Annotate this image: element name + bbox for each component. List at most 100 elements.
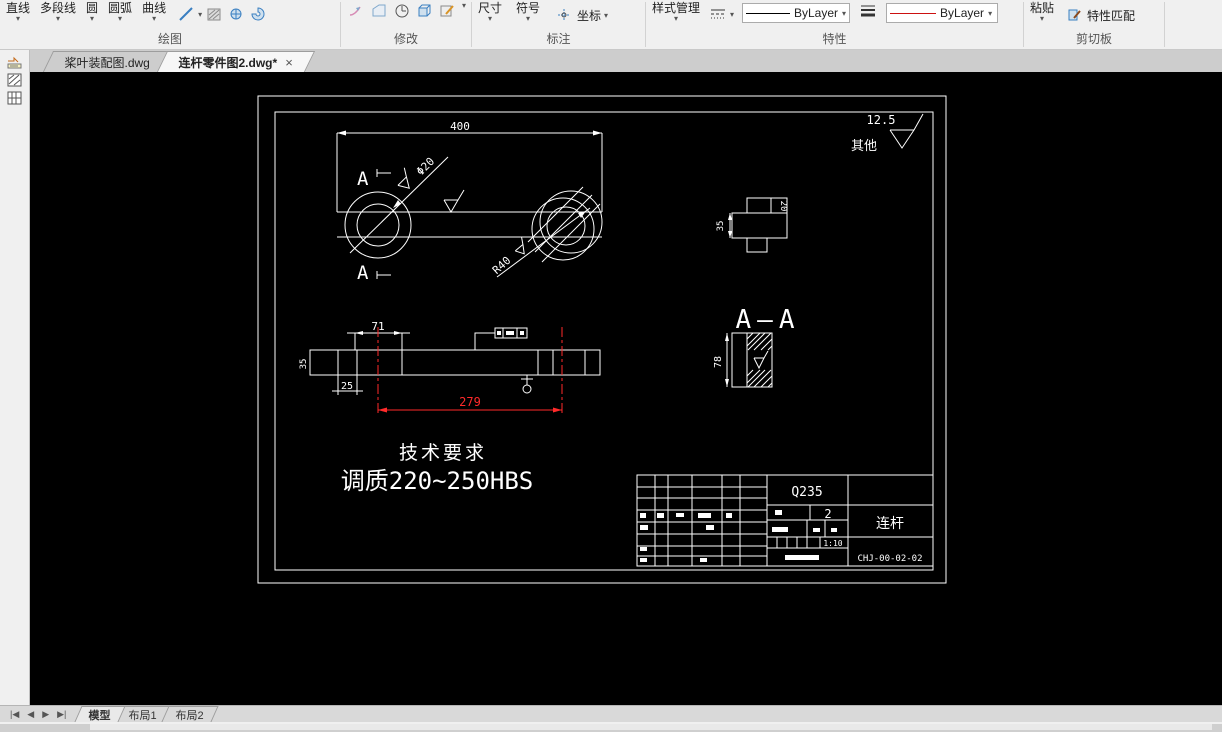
draw-group-label: 绘图 — [157, 32, 182, 46]
chevron-down-icon[interactable]: ▾ — [152, 15, 156, 23]
chevron-down-icon[interactable]: ▾ — [198, 10, 202, 19]
color-sample-line — [890, 12, 937, 14]
title-block-part-name: 连杆 — [876, 516, 904, 532]
tab-model-label: 模型 — [89, 709, 112, 722]
tech-req-line1: 调质220~250HBS — [341, 467, 534, 495]
close-icon[interactable]: × — [286, 55, 294, 70]
chevron-down-icon[interactable]: ▾ — [674, 15, 678, 23]
front-dim-279: 279 — [459, 395, 481, 409]
symbol-label: 符号 — [516, 1, 541, 15]
chevron-down-icon[interactable]: ▾ — [604, 11, 608, 20]
annotation-palette-icon[interactable] — [6, 54, 24, 69]
chevron-down-icon[interactable]: ▾ — [730, 10, 734, 19]
symbol-button[interactable]: 符号 ▾ — [516, 1, 540, 23]
color-combo[interactable]: ByLayer ▾ — [886, 3, 999, 23]
section-roughness-icon — [753, 350, 769, 370]
chevron-down-icon[interactable]: ▾ — [56, 15, 60, 23]
lineweight-icon[interactable] — [858, 1, 878, 21]
side-width-dim: 35 — [716, 221, 726, 232]
coordinate-button[interactable]: 坐标 ▾ — [554, 5, 608, 25]
match-properties-button[interactable]: 特性匹配 — [1064, 5, 1135, 25]
chevron-down-icon[interactable]: ▾ — [1040, 15, 1044, 23]
edit-hatch-icon[interactable] — [439, 1, 457, 21]
radius-dim-label: R40 — [490, 254, 513, 277]
file-tab-assembly-label: 桨叶装配图.dwg — [64, 55, 151, 70]
hole-dim-label: Φ20 — [414, 155, 437, 178]
polyline-tool-button[interactable]: 多段线 ▾ — [40, 1, 76, 23]
side-toolbar — [0, 50, 30, 705]
front-view: 35 71 25 279 — [299, 320, 601, 413]
nav-last-icon[interactable]: ▶| — [57, 709, 66, 720]
annotate-group-label: 标注 — [546, 32, 571, 46]
rotate-icon[interactable] — [393, 1, 411, 21]
front-dim-25: 25 — [341, 381, 353, 392]
side-depth-dim: 20 — [778, 201, 788, 212]
section-title: A—A — [736, 305, 801, 335]
bar-roughness-icon — [443, 189, 465, 213]
construction-line-icon[interactable] — [176, 4, 196, 24]
chevron-down-icon[interactable]: ▾ — [90, 15, 94, 23]
tab-layout2[interactable]: 布局2 — [160, 706, 219, 722]
paste-button[interactable]: 粘贴 ▾ — [1030, 1, 1054, 23]
grid-palette-icon[interactable] — [6, 90, 24, 105]
region-icon[interactable] — [226, 4, 246, 24]
chevron-down-icon[interactable]: ▾ — [842, 9, 846, 18]
tab-model[interactable]: 模型 — [74, 706, 126, 722]
content-area: 桨叶装配图.dwg 连杆零件图2.dwg* × 12.5 其他 400 A A … — [0, 50, 1222, 705]
donut-icon[interactable] — [248, 4, 268, 24]
front-dim-35: 35 — [299, 359, 309, 370]
ribbon-group-modify: ▾ 修改 — [341, 0, 471, 49]
roughness-value: 12.5 — [867, 113, 896, 127]
hatch-icon[interactable] — [204, 4, 224, 24]
coordinate-label: 坐标 — [577, 8, 602, 23]
arc-tool-label: 圆弧 — [108, 1, 133, 15]
copy-3d-icon[interactable] — [416, 1, 434, 21]
ribbon-filler — [1165, 0, 1222, 49]
ribbon-group-draw: 直线 ▾ 多段线 ▾ 圆 ▾ 圆弧 ▾ 曲线 ▾ ▾ 绘图 — [0, 0, 340, 49]
document-column: 桨叶装配图.dwg 连杆零件图2.dwg* × 12.5 其他 400 A A … — [30, 50, 1222, 705]
hatch-palette-icon[interactable] — [6, 72, 24, 87]
chamfer-icon[interactable] — [370, 1, 388, 21]
circle-tool-button[interactable]: 圆 ▾ — [86, 1, 98, 23]
file-tab-current-label: 连杆零件图2.dwg* — [179, 55, 278, 70]
chevron-down-icon[interactable]: ▾ — [16, 15, 20, 23]
style-manager-button[interactable]: 样式管理 ▾ — [652, 1, 700, 23]
drawing-canvas[interactable]: 12.5 其他 400 A A Φ20 R40 35 20 A—A 78 35 … — [30, 72, 1222, 705]
horizontal-scrollbar[interactable] — [0, 724, 1222, 732]
ribbon-group-annotate: 尺寸 ▾ 符号 ▾ 坐标 ▾ 标注 — [472, 0, 645, 49]
file-tab-assembly[interactable]: 桨叶装配图.dwg — [42, 51, 173, 72]
scrollbar-thumb[interactable] — [90, 724, 1212, 730]
properties-group-label: 特性 — [822, 32, 847, 46]
stretch-icon[interactable] — [347, 1, 365, 21]
chevron-down-icon[interactable]: ▾ — [988, 9, 992, 18]
nav-prev-icon[interactable]: ◀ — [27, 709, 34, 720]
curve-tool-button[interactable]: 曲线 ▾ — [142, 1, 166, 23]
file-tab-current[interactable]: 连杆零件图2.dwg* × — [157, 51, 316, 72]
chevron-down-icon[interactable]: ▾ — [118, 15, 122, 23]
dimension-button[interactable]: 尺寸 ▾ — [478, 1, 502, 23]
ribbon-group-properties: 样式管理 ▾ ▾ ByLayer ▾ ByLayer ▾ 特性 — [646, 0, 1023, 49]
chevron-down-icon[interactable]: ▾ — [462, 1, 466, 10]
arc-tool-button[interactable]: 圆弧 ▾ — [108, 1, 132, 23]
cad-application-window: 直线 ▾ 多段线 ▾ 圆 ▾ 圆弧 ▾ 曲线 ▾ ▾ 绘图 ▾ 修改 尺寸 ▾ … — [0, 0, 1222, 732]
linetype-lines-icon[interactable] — [708, 4, 728, 24]
tab-layout2-label: 布局2 — [175, 709, 204, 722]
chevron-down-icon[interactable]: ▾ — [488, 15, 492, 23]
top-view: 400 A A Φ20 R40 — [336, 120, 603, 284]
layout-tab-bar: |◀ ◀ ▶ ▶| 模型 布局1 布局2 — [0, 705, 1222, 722]
line-tool-button[interactable]: 直线 ▾ — [6, 1, 30, 23]
leader-roughness-icon — [397, 167, 410, 189]
nav-first-icon[interactable]: |◀ — [10, 709, 19, 720]
match-properties-label: 特性匹配 — [1087, 8, 1136, 23]
file-tab-bar: 桨叶装配图.dwg 连杆零件图2.dwg* × — [30, 50, 1222, 72]
linetype-sample-line — [746, 12, 790, 14]
technical-requirements: 技术要求 调质220~250HBS — [341, 442, 534, 495]
tab-layout1-label: 布局1 — [129, 709, 158, 722]
chevron-down-icon[interactable]: ▾ — [526, 15, 530, 23]
surface-roughness-note: 12.5 其他 — [851, 113, 924, 154]
nav-next-icon[interactable]: ▶ — [42, 709, 49, 720]
linetype-combo[interactable]: ByLayer ▾ — [742, 3, 851, 23]
title-block-quantity: 2 — [824, 507, 831, 521]
color-value: ByLayer — [940, 6, 985, 20]
modify-group-label: 修改 — [393, 32, 418, 46]
